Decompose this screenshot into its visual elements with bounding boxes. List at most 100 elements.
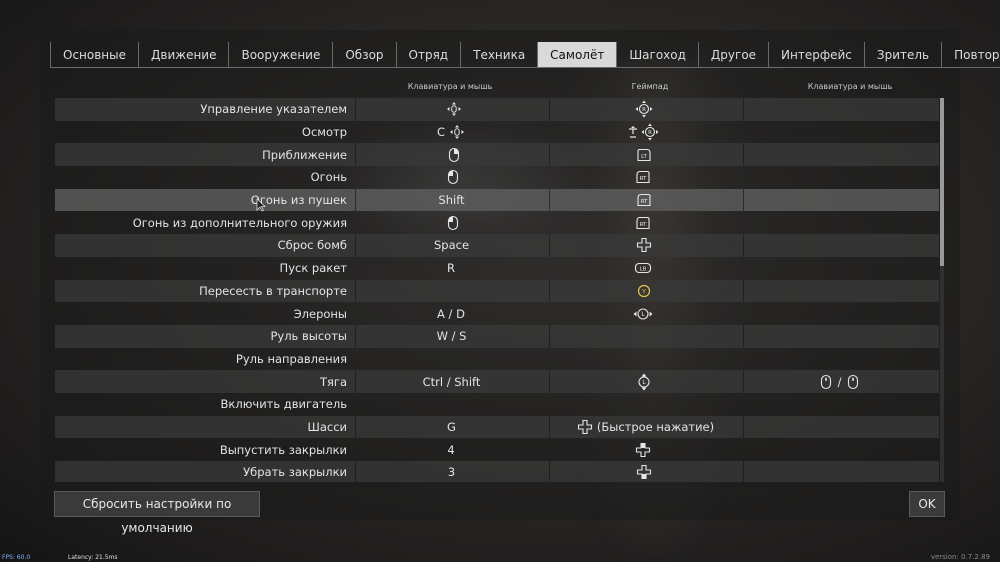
binding-cell-c2[interactable]: L — [549, 302, 741, 325]
dpad-down-icon — [636, 464, 652, 480]
binding-cell-c3[interactable] — [743, 121, 935, 144]
y-button-icon: Y — [637, 284, 651, 298]
binding-cell-c1[interactable] — [355, 348, 547, 371]
binding-cell-c2[interactable] — [549, 234, 741, 257]
binding-cell-c1[interactable] — [355, 166, 547, 189]
binding-cell-c1[interactable] — [355, 393, 547, 416]
binding-cell-c3[interactable] — [743, 324, 935, 348]
binding-cell-c2[interactable]: RT — [549, 188, 741, 212]
fps-counter: FPS: 60.0 — [2, 554, 31, 561]
binding-cell-c3[interactable] — [743, 188, 935, 212]
binding-cell-c1[interactable] — [355, 211, 547, 234]
mouse-left-icon — [447, 215, 459, 231]
dpad-icon — [577, 419, 593, 435]
binding-row: Огонь из дополнительного оружия RT — [55, 211, 939, 234]
binding-cell-c2[interactable]: RT — [549, 211, 741, 234]
binding-cell-c2[interactable]: (Быстрое нажатие) — [549, 415, 741, 439]
binding-cell-c1[interactable]: 4 — [355, 438, 547, 461]
tab-6[interactable]: Самолёт — [537, 42, 617, 68]
binding-key-text: 3 — [447, 465, 456, 480]
binding-cell-c1[interactable]: W / S — [355, 324, 547, 348]
binding-cell-c2[interactable]: LB — [549, 257, 741, 280]
mouse-left-icon — [447, 169, 459, 185]
binding-action-label: Огонь — [310, 170, 347, 185]
mouse-move-icon — [449, 124, 465, 140]
column-header-keyboard-alt: Клавиатура и мышь — [807, 82, 893, 91]
binding-cell-c1[interactable] — [355, 279, 547, 303]
mouse-right-icon — [448, 147, 460, 163]
svg-text:LB: LB — [640, 267, 647, 273]
binding-cell-c1[interactable] — [355, 143, 547, 167]
binding-cell-c2[interactable]: L — [549, 370, 741, 393]
binding-row: Пуск ракет R LB — [55, 257, 939, 280]
binding-cell-c2[interactable] — [549, 393, 741, 416]
binding-cell-c1[interactable]: C — [355, 121, 547, 144]
binding-cell-c3[interactable] — [743, 348, 935, 371]
binding-cell-c1[interactable]: Space — [355, 234, 547, 257]
binding-cell-c1[interactable]: Ctrl / Shift — [355, 370, 547, 393]
binding-key-text: G — [447, 419, 456, 434]
reset-defaults-button[interactable]: Сбросить настройки по умолчанию — [54, 491, 260, 535]
mouse-move-icon — [446, 101, 462, 117]
binding-row: Огонь из пушек Shift RT — [55, 188, 939, 212]
binding-cell-c2[interactable]: LT — [549, 143, 741, 167]
binding-cell-c1[interactable]: 3 — [355, 461, 547, 482]
binding-cell-c3[interactable] — [743, 234, 935, 257]
ok-button[interactable]: OK — [909, 491, 945, 517]
binding-cell-c1[interactable]: R — [355, 257, 547, 280]
binding-cell-c3[interactable] — [743, 438, 935, 461]
binding-cell-c3[interactable] — [743, 393, 935, 416]
binding-action-label: Руль высоты — [270, 329, 347, 344]
binding-cell-c3[interactable] — [743, 302, 935, 325]
tab-7[interactable]: Шагоход — [616, 42, 698, 68]
tab-0[interactable]: Основные — [50, 42, 139, 68]
scrollbar-thumb[interactable] — [940, 98, 944, 266]
rt-trigger-icon: RT — [635, 216, 651, 230]
binding-cell-c3[interactable] — [743, 415, 935, 439]
binding-row: Приближение LT — [55, 143, 939, 167]
tab-10[interactable]: Зритель — [863, 42, 942, 68]
tab-3[interactable]: Обзор — [332, 42, 396, 68]
binding-cell-c3[interactable] — [743, 279, 935, 303]
binding-cell-c3[interactable] — [743, 461, 935, 482]
binding-cell-c1[interactable] — [355, 98, 547, 121]
binding-row: Выпустить закрылки 4 — [55, 438, 939, 461]
stick-right-icon: R — [635, 100, 653, 118]
binding-cell-c2[interactable]: R — [549, 121, 741, 144]
binding-row: Пересесть в транспорте Y — [55, 279, 939, 303]
mouse-wheel-icon — [847, 374, 859, 390]
svg-text:RT: RT — [640, 222, 647, 228]
binding-cell-c2[interactable] — [549, 461, 741, 482]
binding-cell-c3[interactable] — [743, 166, 935, 189]
binding-cell-c3[interactable] — [743, 257, 935, 280]
tab-2[interactable]: Вооружение — [228, 42, 333, 68]
binding-cell-c2[interactable] — [549, 348, 741, 371]
bindings-list: Управление указателем R Осмотр C R Приближени… — [55, 98, 939, 482]
binding-cell-c3[interactable]: / — [743, 370, 935, 393]
tab-9[interactable]: Интерфейс — [768, 42, 864, 68]
tab-11[interactable]: Повтор — [941, 42, 1000, 68]
binding-cell-c2[interactable] — [549, 324, 741, 348]
binding-cell-c2[interactable]: R — [549, 98, 741, 121]
binding-action-label: Пересесть в транспорте — [199, 283, 347, 298]
binding-cell-c1[interactable]: G — [355, 415, 547, 439]
binding-cell-c1[interactable]: Shift — [355, 188, 547, 212]
binding-action-label: Осмотр — [301, 125, 347, 140]
binding-cell-c2[interactable]: RT — [549, 166, 741, 189]
rt-trigger-icon: RT — [636, 193, 652, 207]
binding-cell-c2[interactable]: Y — [549, 279, 741, 303]
binding-cell-c3[interactable] — [743, 143, 935, 167]
svg-text:RT: RT — [640, 199, 647, 205]
binding-row: Руль направления — [55, 348, 939, 371]
binding-row: Сброс бомб Space — [55, 234, 939, 257]
tab-4[interactable]: Отряд — [395, 42, 461, 68]
tab-5[interactable]: Техника — [460, 42, 538, 68]
tab-8[interactable]: Другое — [697, 42, 769, 68]
binding-cell-c3[interactable] — [743, 211, 935, 234]
binding-cell-c1[interactable]: A / D — [355, 302, 547, 325]
tab-1[interactable]: Движение — [138, 42, 229, 68]
binding-key-text: (Быстрое нажатие) — [596, 419, 715, 434]
binding-cell-c2[interactable] — [549, 438, 741, 461]
binding-cell-c3[interactable] — [743, 98, 935, 121]
binding-action-label: Шасси — [307, 419, 347, 434]
